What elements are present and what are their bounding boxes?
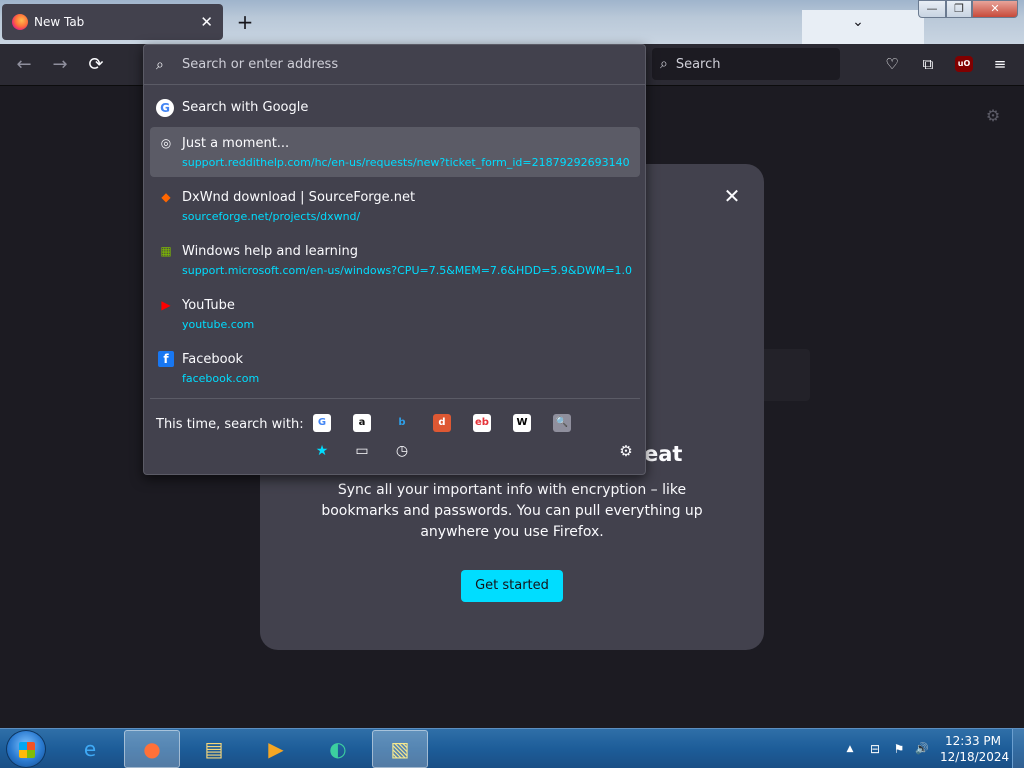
clock[interactable]: 12:33 PM 12/18/2024 — [940, 733, 1010, 765]
taskbar-firefox-icon: ● — [143, 737, 161, 761]
windows-logo-icon — [19, 742, 35, 758]
google-icon: G — [156, 99, 174, 117]
urlbar-panel: ⌕ Search or enter address G Search with … — [143, 44, 646, 475]
window-controls: — ❐ ✕ — [918, 0, 1018, 18]
clock-time: 12:33 PM — [945, 734, 1001, 748]
globe-icon: ◎ — [160, 136, 172, 150]
result-title: Facebook — [182, 352, 244, 367]
taskbar-media[interactable]: ▶ — [248, 730, 304, 768]
taskbar-notes-icon: ▧ — [390, 737, 410, 761]
search-with-label: Search with Google — [182, 100, 309, 115]
search-settings-icon[interactable]: ⚙ — [617, 442, 635, 460]
duckduckgo-engine-icon[interactable]: d — [433, 414, 451, 432]
taskbar-ie[interactable]: e — [62, 730, 118, 768]
search-input[interactable]: ⌕ Search — [652, 48, 840, 80]
volume-icon[interactable]: 🔊 — [912, 730, 932, 768]
result-row[interactable]: ◆ DxWnd download | SourceForge.net sourcef… — [150, 181, 640, 231]
result-url: sourceforge.net/projects/dxwnd/ — [182, 210, 361, 223]
taskbar-notes[interactable]: ▧ — [372, 730, 428, 768]
ublock-icon[interactable]: uO — [955, 56, 973, 72]
back-button[interactable]: ← — [12, 53, 36, 77]
tab-new-tab[interactable]: New Tab ✕ — [2, 4, 223, 40]
divider — [150, 398, 640, 399]
result-title: DxWnd download | SourceForge.net — [182, 190, 416, 205]
search-icon: ⌕ — [660, 56, 668, 72]
clock-date: 12/18/2024 — [940, 750, 1010, 764]
page-settings-icon[interactable]: ⚙ — [984, 106, 1002, 125]
action-center-icon[interactable]: ⚑ — [890, 730, 908, 768]
result-row[interactable]: ▦ Windows help and learning support.micros… — [150, 235, 640, 285]
taskbar-media-icon: ▶ — [268, 737, 284, 761]
show-desktop-button[interactable] — [1012, 729, 1024, 768]
taskbar: e ● ▤ ▶ ◐ ▧ ▲ ⊟ ⚑ 🔊 12:33 PM 12/18/2024 — [0, 728, 1024, 768]
search-placeholder: Search — [675, 56, 721, 72]
tab-title: New Tab — [34, 15, 85, 29]
history-mode-icon[interactable]: ◷ — [393, 442, 411, 460]
result-url: facebook.com — [182, 372, 260, 385]
tabs-mode-icon[interactable]: ▭ — [353, 442, 371, 460]
result-title: YouTube — [182, 298, 235, 313]
search-engine-icon[interactable]: 🔍 — [553, 414, 571, 432]
title-bar: New Tab ✕ + ⌄ — ❐ ✕ — [0, 0, 1024, 44]
new-tab-button[interactable]: + — [234, 10, 256, 34]
taskbar-app-icon: ◐ — [329, 737, 347, 761]
minimize-button[interactable]: — — [918, 0, 946, 18]
modal-description: Sync all your important info with encryp… — [321, 482, 703, 540]
taskbar-firefox[interactable]: ● — [124, 730, 180, 768]
result-url: youtube.com — [182, 318, 255, 331]
search-with-google[interactable]: G Search with Google — [150, 93, 640, 123]
search-icon: ⌕ — [156, 56, 164, 73]
network-icon[interactable]: ⊟ — [866, 730, 884, 768]
result-row[interactable]: ◎ Just a moment... support.reddithelp.com/… — [150, 127, 640, 177]
taskbar-ie-icon: e — [83, 737, 97, 761]
result-row[interactable]: ▶ YouTube youtube.com — [150, 289, 640, 339]
youtube-icon: ▶ — [161, 298, 171, 312]
tab-close-icon[interactable]: ✕ — [200, 13, 213, 31]
facebook-icon: f — [158, 351, 174, 367]
bing-engine-icon[interactable]: b — [393, 414, 411, 432]
address-placeholder: Search or enter address — [182, 57, 339, 72]
forward-button[interactable]: → — [48, 53, 72, 77]
result-row[interactable]: f Facebook facebook.com — [150, 343, 640, 393]
taskbar-app[interactable]: ◐ — [310, 730, 366, 768]
start-button[interactable] — [6, 730, 46, 768]
taskbar-explorer-icon: ▤ — [204, 737, 224, 761]
modal-close-icon[interactable]: ✕ — [722, 186, 742, 206]
close-window-button[interactable]: ✕ — [972, 0, 1018, 18]
amazon-engine-icon[interactable]: a — [353, 414, 371, 432]
menu-icon[interactable]: ≡ — [988, 52, 1012, 76]
wikipedia-engine-icon[interactable]: W — [513, 414, 531, 432]
oneoff-label: This time, search with: — [156, 417, 304, 432]
microsoft-icon: ▦ — [160, 244, 172, 258]
result-url: support.microsoft.com/en-us/windows?CPU=… — [182, 264, 632, 277]
maximize-button[interactable]: ❐ — [946, 0, 972, 18]
list-all-tabs-button[interactable]: ⌄ — [848, 10, 868, 34]
address-input[interactable]: ⌕ Search or enter address — [144, 45, 645, 85]
result-title: Just a moment... — [182, 136, 290, 151]
google-engine-icon[interactable]: G — [313, 414, 331, 432]
modal-heading: eat — [644, 442, 683, 466]
firefox-icon — [12, 14, 28, 30]
result-url: support.reddithelp.com/hc/en-us/requests… — [182, 156, 630, 169]
tray-expand-icon[interactable]: ▲ — [842, 730, 858, 768]
result-title: Windows help and learning — [182, 244, 359, 259]
get-started-button[interactable]: Get started — [461, 570, 563, 602]
extensions-icon[interactable]: ⧉ — [916, 52, 940, 76]
reload-button[interactable]: ⟳ — [84, 53, 108, 77]
taskbar-explorer[interactable]: ▤ — [186, 730, 242, 768]
pocket-icon[interactable]: ♡ — [880, 52, 904, 76]
ebay-engine-icon[interactable]: eb — [473, 414, 491, 432]
sourceforge-icon: ◆ — [161, 190, 171, 204]
bookmarks-mode-icon[interactable]: ★ — [313, 442, 331, 460]
